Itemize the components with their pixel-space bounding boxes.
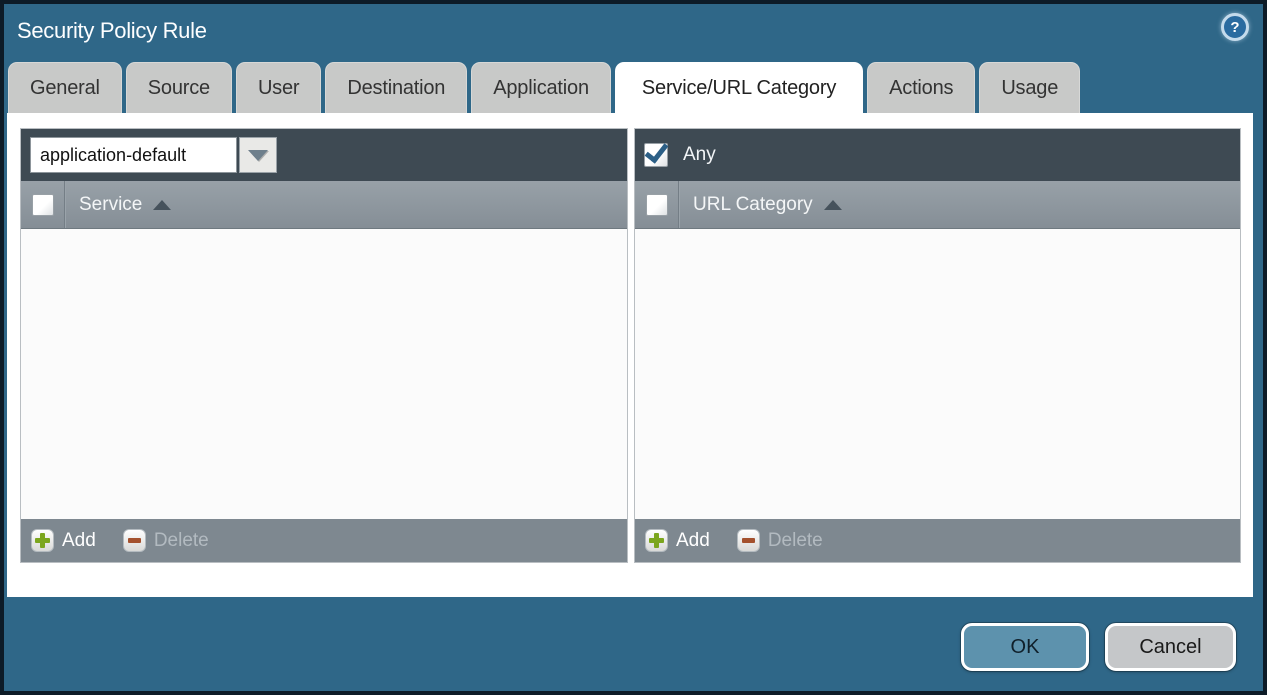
add-service-label: Add	[62, 530, 96, 552]
delete-url-category-label: Delete	[768, 530, 823, 552]
url-category-panel: Any URL Category	[634, 128, 1241, 563]
minus-icon	[737, 529, 760, 552]
any-checkbox-row: Any	[635, 143, 716, 167]
chevron-down-icon	[248, 150, 268, 161]
service-table-body	[21, 229, 627, 519]
url-category-column-header[interactable]: URL Category	[693, 194, 842, 216]
dialog-button-row: OK Cancel	[961, 623, 1236, 671]
url-category-toolbar: Add Delete	[635, 519, 1240, 562]
sort-ascending-icon	[153, 200, 171, 210]
security-policy-rule-dialog: Security Policy Rule ? General Source Us…	[4, 4, 1263, 691]
dialog-titlebar: Security Policy Rule ?	[4, 4, 1263, 62]
add-url-category-label: Add	[676, 530, 710, 552]
tab-usage[interactable]: Usage	[979, 62, 1080, 113]
tab-bar: General Source User Destination Applicat…	[8, 62, 1080, 113]
service-column-header[interactable]: Service	[79, 194, 171, 216]
ok-button[interactable]: OK	[961, 623, 1089, 671]
add-service-button[interactable]: Add	[31, 529, 96, 552]
tab-application[interactable]: Application	[471, 62, 611, 113]
service-select-all-checkbox[interactable]	[32, 194, 54, 216]
tab-destination[interactable]: Destination	[325, 62, 467, 113]
add-url-category-button[interactable]: Add	[645, 529, 710, 552]
service-select-all-cell	[21, 181, 65, 228]
url-category-select-all-cell	[635, 181, 679, 228]
minus-icon	[123, 529, 146, 552]
service-panel-topbar: application-default	[21, 129, 627, 181]
sort-ascending-icon	[824, 200, 842, 210]
panels-container: application-default Service	[20, 128, 1241, 563]
plus-icon	[645, 529, 668, 552]
tab-actions[interactable]: Actions	[867, 62, 975, 113]
tab-source[interactable]: Source	[126, 62, 232, 113]
service-type-dropdown-value[interactable]: application-default	[30, 137, 237, 173]
service-toolbar: Add Delete	[21, 519, 627, 562]
delete-url-category-button[interactable]: Delete	[737, 529, 823, 552]
url-category-column-header-label: URL Category	[693, 194, 813, 216]
url-category-select-all-checkbox[interactable]	[646, 194, 668, 216]
dialog-title: Security Policy Rule	[17, 18, 207, 44]
delete-service-button[interactable]: Delete	[123, 529, 209, 552]
any-checkbox-label: Any	[683, 144, 716, 166]
service-type-dropdown-button[interactable]	[239, 137, 277, 173]
dialog-outer-border: Security Policy Rule ? General Source Us…	[0, 0, 1267, 695]
tab-service-url-category[interactable]: Service/URL Category	[615, 62, 863, 113]
dialog-content: application-default Service	[7, 113, 1253, 597]
service-type-dropdown[interactable]: application-default	[30, 137, 277, 173]
tab-general[interactable]: General	[8, 62, 122, 113]
plus-icon	[31, 529, 54, 552]
service-column-header-label: Service	[79, 194, 142, 216]
service-panel: application-default Service	[20, 128, 628, 563]
cancel-button[interactable]: Cancel	[1105, 623, 1236, 671]
service-column-header-row: Service	[21, 181, 627, 229]
url-category-column-header-row: URL Category	[635, 181, 1240, 229]
url-category-table-body	[635, 229, 1240, 519]
any-checkbox[interactable]	[644, 143, 668, 167]
delete-service-label: Delete	[154, 530, 209, 552]
tab-user[interactable]: User	[236, 62, 321, 113]
help-icon[interactable]: ?	[1221, 13, 1249, 41]
url-category-panel-topbar: Any	[635, 129, 1240, 181]
